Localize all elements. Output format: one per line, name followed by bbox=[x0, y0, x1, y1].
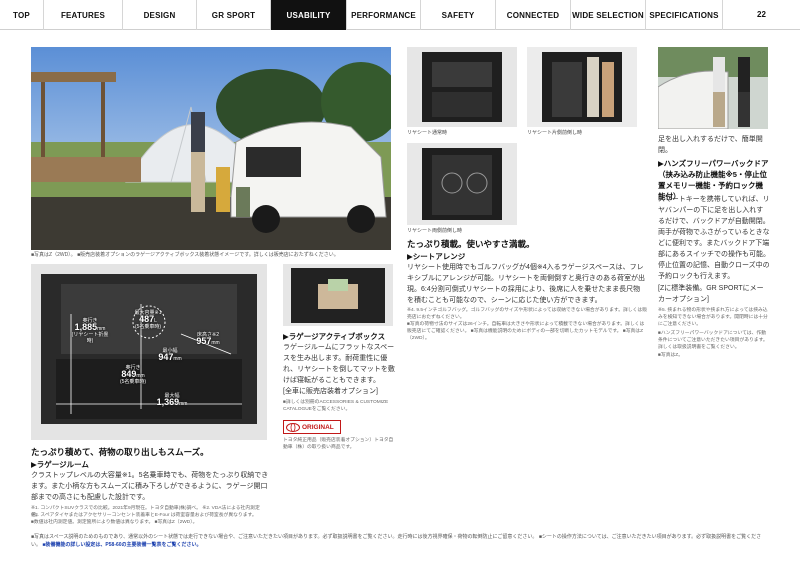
nav-tab-usability[interactable]: USABILITY bbox=[271, 0, 347, 30]
nav-tab-specifications[interactable]: SPECIFICATIONS bbox=[646, 0, 723, 30]
dim-min-width: 最小幅 947mm bbox=[158, 348, 182, 362]
photo-seat-split bbox=[527, 47, 637, 127]
photo-active-box bbox=[283, 264, 393, 326]
seat-note-2: ■写真の荷物寸法のサイズは26インチ。自転車は大きさや形状によって積載できない場… bbox=[407, 322, 645, 341]
nav-tab-top[interactable]: TOP bbox=[0, 0, 44, 30]
photo-seat-normal bbox=[407, 47, 517, 127]
power-door-intro: 足を出し入れするだけで、簡単開閉。 bbox=[658, 136, 763, 154]
label-seat-full: リヤシート両側前倒し時 bbox=[407, 228, 463, 234]
active-box-subhead: ▶ラゲージアクティブボックス bbox=[283, 332, 386, 341]
dim-max-width: 最大幅 1,369mm bbox=[156, 393, 188, 407]
seat-headline: たっぷり積載。使いやすさ満載。 bbox=[407, 239, 535, 249]
original-badge: ORIGINAL bbox=[283, 420, 341, 434]
toyota-logo-icon bbox=[286, 422, 300, 432]
luggage-headline: たっぷり積めて、荷物の取り出しもスムーズ。 bbox=[31, 447, 209, 457]
nav-tab-connected[interactable]: CONNECTED bbox=[496, 0, 571, 30]
label-seat-split: リヤシート片側前倒し時 bbox=[527, 130, 583, 136]
nav-tab-safety[interactable]: SAFETY bbox=[421, 0, 496, 30]
dim-height: 奥行き 849mm (5名乗車時) bbox=[119, 365, 147, 385]
photo-luggage-room bbox=[31, 264, 267, 440]
seat-subhead: ▶シートアレンジ bbox=[407, 252, 466, 261]
nav-tab-wide-selection[interactable]: WIDE SELECTION bbox=[571, 0, 646, 30]
footer-note: ■写真はスペース説明のためのものであり、通常以外のシート状態では走行できない場合… bbox=[31, 534, 771, 549]
dim-floor-height: 床高さ※2 957mm bbox=[196, 332, 220, 346]
luggage-subhead: ▶ラゲージルーム bbox=[31, 460, 89, 469]
seat-note-1: ※4. 9.5インチゴルフバッグ。ゴルフバッグのサイズや形状によっては収納できな… bbox=[407, 308, 647, 320]
page-number: 22 bbox=[757, 10, 766, 19]
power-door-note-3: ■写真はZ。 bbox=[658, 353, 684, 358]
label-seat-normal: リヤシート通常時 bbox=[407, 130, 448, 136]
power-door-note-1: ※5. 挟まれる物の形状や挟まれ方によっては挟み込みを検知できない場合があります… bbox=[658, 308, 768, 327]
nav-tab-performance[interactable]: PERFORMANCE bbox=[347, 0, 421, 30]
power-door-body: スマートキーを携帯していれば、リヤバンパーの下に足を出し入れするだけで、バックド… bbox=[658, 196, 770, 280]
footer-link-spec-table[interactable]: ■装備機能の詳しい設定は、P58-60の主要装備一覧表をご覧ください。 bbox=[42, 542, 201, 548]
active-box-option-note: [全車に販売店装着オプション] bbox=[283, 388, 378, 395]
active-box-body: ラゲージルームにフラットなスペースを生み出します。耐荷重性に優れ、リヤシートを倒… bbox=[283, 344, 395, 384]
original-badge-text: ORIGINAL bbox=[302, 423, 334, 431]
original-badge-caption: トヨタ純正用品（販売店装着オプション）トヨタ自動車（株）の取り扱い商品です。 bbox=[283, 438, 394, 450]
seat-body: リヤシート使用時でもゴルフバッグが4個※4入るラゲージスペースは、フレキシブルに… bbox=[407, 264, 645, 304]
nav-tab-gr-sport[interactable]: GR SPORT bbox=[197, 0, 271, 30]
photo-seat-full bbox=[407, 143, 517, 225]
luggage-note-2: ※3. スペアタイヤまたはアクセサリーコンセント装着車とE-Four は荷室容量… bbox=[31, 513, 257, 518]
top-navigation: TOP FEATURES DESIGN GR SPORT USABILITY P… bbox=[0, 0, 800, 30]
nav-tab-design[interactable]: DESIGN bbox=[123, 0, 197, 30]
nav-tab-features[interactable]: FEATURES bbox=[44, 0, 123, 30]
photo-handsfree-door bbox=[658, 47, 768, 129]
dim-length-rear: 奥行き 1,885mm (リヤシート折畳時) bbox=[71, 318, 109, 344]
main-photo-caption: ■写真はZ（2WD）。 ■販売店装着オプションのラゲージアクティブボックス装着状… bbox=[31, 252, 339, 258]
active-box-small-note: ■詳しくは別冊のACCESSORIES & CUSTOMIZE CATALOGU… bbox=[283, 400, 389, 412]
luggage-body: クラストップレベルの大容量※1。5名乗車時でも、荷物をたっぷり収納できます。また… bbox=[31, 472, 269, 501]
main-photo-glamping-suv bbox=[31, 47, 391, 250]
luggage-note-3: ■数値は社内測定値。測定箇所により数値は異なります。 ■写真はZ（2WD）。 bbox=[31, 520, 198, 525]
power-door-note-2: ■ハンズフリーパワーバックドアについては、作動条件についてご注意いただきたい項目… bbox=[658, 331, 768, 350]
power-door-spec-note: [Zに標準装備。GR SPORTにメーカーオプション] bbox=[658, 285, 764, 303]
dim-capacity: 最大容量※1 487L (5名乗車時) bbox=[134, 310, 162, 330]
